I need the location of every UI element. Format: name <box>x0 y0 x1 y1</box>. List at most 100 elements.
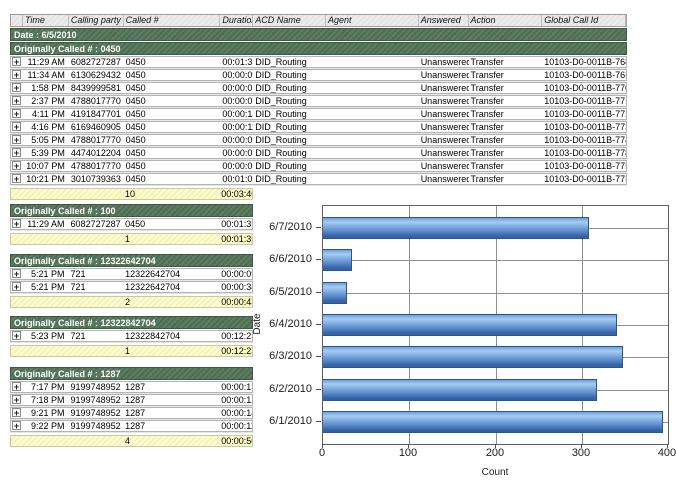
cell-col-1: 5:39 PM <box>23 148 69 158</box>
group-summary-row: 200:00:43 <box>10 296 253 308</box>
summary-total-duration: 00:03:40 <box>219 189 252 199</box>
group-summary-row: 100:01:35 <box>10 233 253 245</box>
expand-cell: + <box>11 122 23 132</box>
x-tick-mark <box>322 444 323 448</box>
call-record-row: +4:16 PM6169460905045000:00:11DID_Routin… <box>10 121 627 133</box>
cell-col-1: 4:16 PM <box>23 122 69 132</box>
column-header-7: Answered <box>419 15 469 26</box>
cell-col-1: 11:29 AM <box>23 57 69 67</box>
cell-col-2: 4788017770 <box>69 135 124 145</box>
cell-col-9: 10103-D0-0011B-778 <box>542 148 626 158</box>
call-record-row: +10:07 PM4788017770045000:00:06DID_Routi… <box>10 160 627 172</box>
cell-col-7: Unanswered <box>419 161 469 171</box>
expand-row-button[interactable]: + <box>12 96 21 105</box>
call-record-row: +7:18 PM9199748952128700:00:12 <box>10 394 253 406</box>
column-header-3: Called # <box>124 15 221 26</box>
cell-col-1: 10:21 PM <box>23 174 69 184</box>
call-record-row: +5:23 PM7211232284270400:12:23 <box>10 330 253 342</box>
cell-col-2: 9199748952 <box>69 382 124 392</box>
cell-col-7: Unanswered <box>419 96 469 106</box>
call-record-row: +5:21 PM7211232264270400:00:09 <box>10 268 253 280</box>
cell-col-5: DID_Routing <box>253 57 326 67</box>
cell-col-4: 00:00:11 <box>219 421 252 431</box>
cell-col-3: 0450 <box>124 122 221 132</box>
cell-col-4: 00:00:15 <box>220 109 253 119</box>
y-tick-mark <box>316 389 321 390</box>
cell-col-1: 10:07 PM <box>23 161 69 171</box>
date-group-header: Date : 6/5/2010 <box>10 28 627 41</box>
call-record-row: +5:05 PM4788017770045000:00:07DID_Routin… <box>10 134 627 146</box>
expand-row-button[interactable]: + <box>12 382 21 391</box>
expand-row-button[interactable]: + <box>12 421 21 430</box>
cell-col-9: 10103-D0-0011B-774 <box>542 135 626 145</box>
cell-col-2: 6130629432 <box>69 70 124 80</box>
expand-cell: + <box>11 57 23 67</box>
y-tick-label: 6/7/2010 <box>250 221 312 233</box>
cell-col-9: 10103-D0-0011B-772 <box>542 109 626 119</box>
group-summary-row: 1000:03:40 <box>10 188 253 200</box>
expand-row-button[interactable]: + <box>12 174 21 183</box>
expand-row-button[interactable]: + <box>12 395 21 404</box>
y-tick-mark <box>316 259 321 260</box>
expand-row-button[interactable]: + <box>12 148 21 157</box>
cell-col-2: 8439999581 <box>69 83 124 93</box>
cell-col-4: 00:00:11 <box>220 122 253 132</box>
expand-row-button[interactable]: + <box>12 408 21 417</box>
cell-col-2: 6169460905 <box>69 122 124 132</box>
cell-col-1: 11:29 AM <box>23 219 69 229</box>
column-header-6: Agent <box>326 15 419 26</box>
cell-col-7: Unanswered <box>419 135 469 145</box>
call-record-row: +11:29 AM6082727287045000:01:35DID_Routi… <box>10 56 627 68</box>
originally-called-group-header: Originally Called # : 100 <box>10 204 253 217</box>
cell-col-3: 0450 <box>124 83 221 93</box>
expand-row-button[interactable]: + <box>12 135 21 144</box>
summary-call-count: 4 <box>123 436 219 446</box>
column-header-5: ACD Name <box>253 15 326 26</box>
column-header-1: Time <box>23 15 69 26</box>
expand-row-button[interactable]: + <box>12 57 21 66</box>
chart-bar <box>323 249 352 271</box>
cell-col-4: 00:00:34 <box>219 282 252 292</box>
cell-col-8: Transfer <box>469 174 543 184</box>
cell-col-4: 00:00:07 <box>220 96 253 106</box>
cell-col-7: Unanswered <box>419 109 469 119</box>
horizontal-gridline <box>323 293 668 294</box>
cell-col-1: 5:21 PM <box>23 282 69 292</box>
chart-plot-area <box>322 205 669 445</box>
cell-col-4: 00:01:35 <box>220 57 253 67</box>
expand-cell: + <box>11 331 23 341</box>
cell-col-3: 0450 <box>124 109 221 119</box>
cell-col-1: 4:11 PM <box>23 109 69 119</box>
expand-row-button[interactable]: + <box>12 161 21 170</box>
call-record-row: +9:21 PM9199748952128700:00:14 <box>10 407 253 419</box>
cell-col-8: Transfer <box>469 83 543 93</box>
cell-col-2: 721 <box>69 269 124 279</box>
cell-col-1: 7:17 PM <box>23 382 69 392</box>
expand-row-button[interactable]: + <box>12 331 21 340</box>
expand-cell: + <box>11 395 23 405</box>
expand-row-button[interactable]: + <box>12 269 21 278</box>
cell-col-3: 0450 <box>124 96 221 106</box>
chart-bar <box>323 282 347 304</box>
cell-col-7: Unanswered <box>419 148 469 158</box>
cell-col-4: 00:00:03 <box>220 148 253 158</box>
x-tick-mark <box>408 444 409 448</box>
column-header-9: Global Call Id <box>542 15 626 26</box>
expand-row-button[interactable]: + <box>12 83 21 92</box>
x-tick-mark <box>667 444 668 448</box>
cell-col-4: 00:12:23 <box>219 331 252 341</box>
summary-call-count: 2 <box>123 297 219 307</box>
expand-row-button[interactable]: + <box>12 282 21 291</box>
summary-total-duration: 00:00:50 <box>219 436 252 446</box>
expand-row-button[interactable]: + <box>12 219 21 228</box>
expand-row-button[interactable]: + <box>12 70 21 79</box>
horizontal-gridline <box>323 260 668 261</box>
expand-row-button[interactable]: + <box>12 122 21 131</box>
cell-col-3: 0450 <box>123 219 219 229</box>
cell-col-4: 00:00:13 <box>219 382 252 392</box>
y-tick-mark <box>316 356 321 357</box>
cell-col-4: 00:01:02 <box>220 174 253 184</box>
cell-col-4: 00:00:09 <box>219 269 252 279</box>
expand-row-button[interactable]: + <box>12 109 21 118</box>
cell-col-9: 10103-D0-0011B-76F <box>542 70 626 80</box>
